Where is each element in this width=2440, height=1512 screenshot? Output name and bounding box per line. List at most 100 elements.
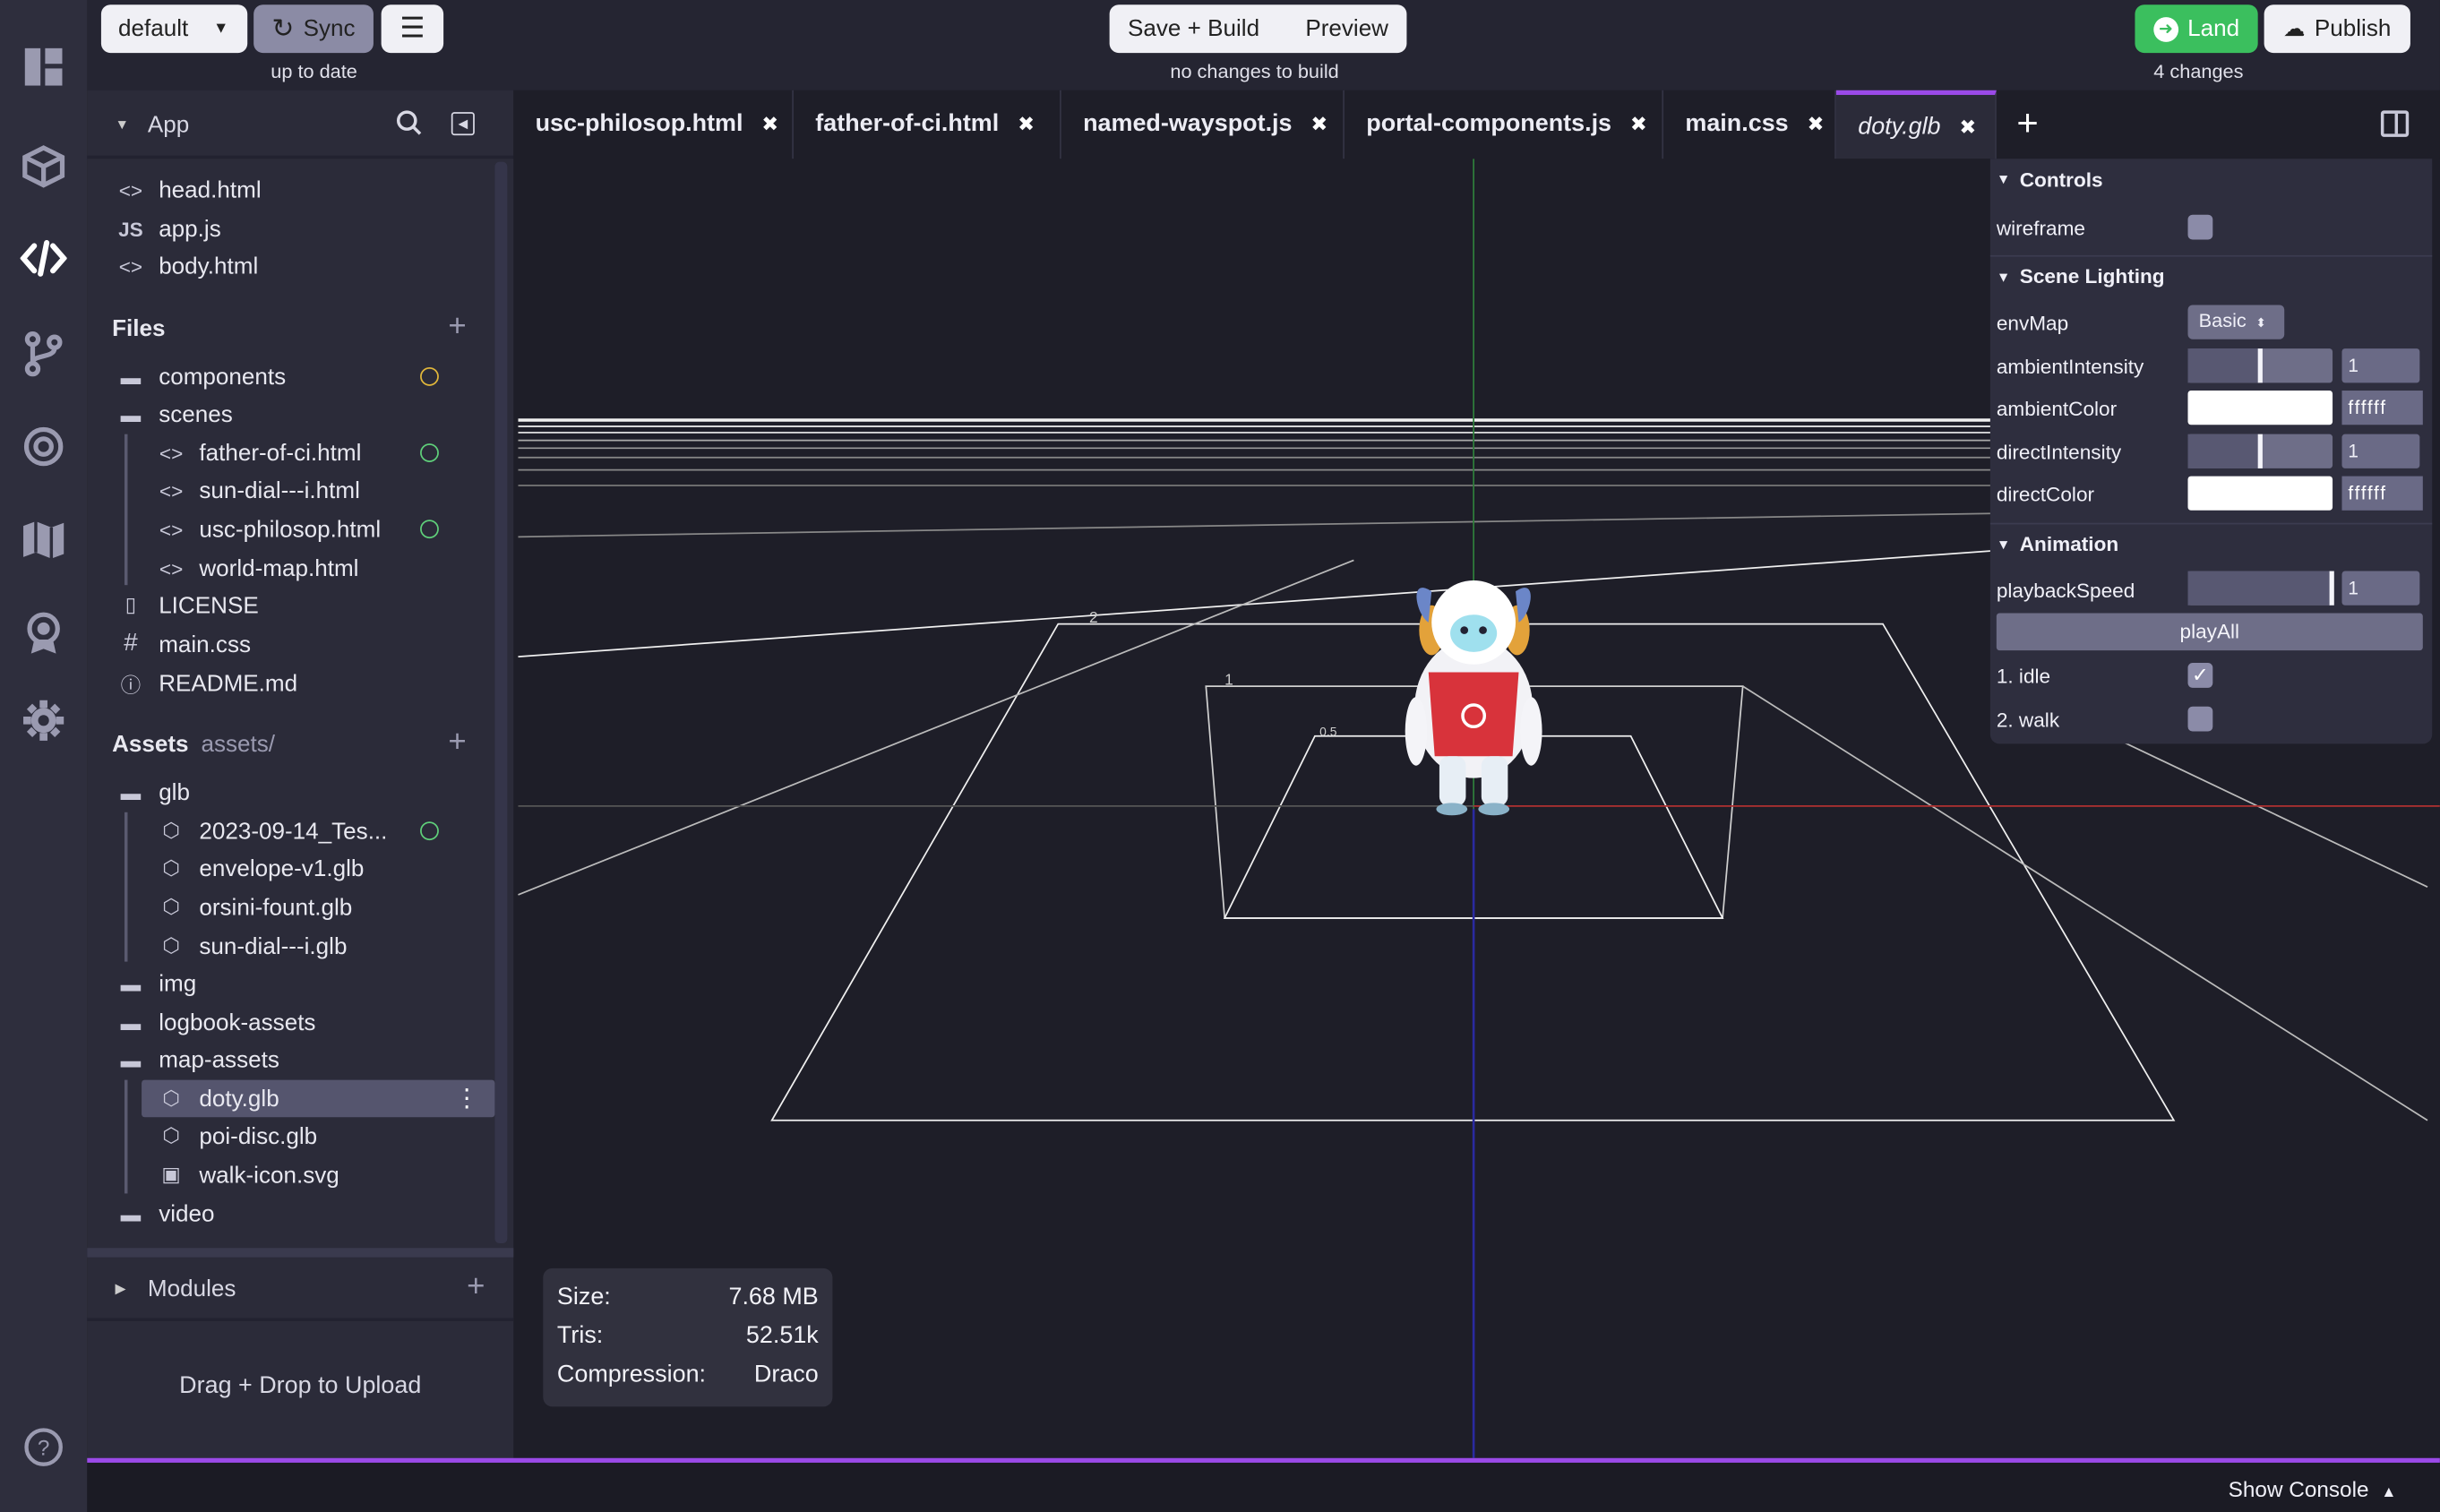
tab[interactable]: father-of-ci.html ✖: [794, 90, 1061, 159]
file-item[interactable]: ▣ walk-icon.svg: [156, 1156, 339, 1194]
file-item[interactable]: ⬡ envelope-v1.glb: [156, 850, 364, 888]
tab[interactable]: named-wayspot.js ✖: [1061, 90, 1345, 159]
ambient-color-input[interactable]: ffffff: [2341, 391, 2423, 425]
close-icon[interactable]: ✖: [1630, 112, 1647, 137]
animation-header[interactable]: ▼ Animation: [1989, 522, 2433, 563]
close-icon[interactable]: ✖: [1018, 112, 1035, 137]
slider-thumb[interactable]: [2257, 434, 2263, 468]
app-section-header[interactable]: ▼ App: [116, 106, 190, 143]
assets-path: assets/: [201, 730, 276, 758]
html-file-icon: <>: [159, 556, 184, 580]
add-module-icon[interactable]: +: [467, 1270, 485, 1306]
file-item[interactable]: <> body.html: [116, 247, 259, 285]
file-item[interactable]: <> world-map.html: [156, 549, 359, 587]
close-icon[interactable]: ✖: [1808, 112, 1825, 137]
file-item[interactable]: ⬡ sun-dial---i.glb: [156, 927, 347, 965]
branch-icon[interactable]: [15, 325, 72, 382]
file-item[interactable]: ⬡ 2023-09-14_Tes...: [156, 812, 387, 850]
collapse-panel-icon[interactable]: ◀: [451, 112, 475, 136]
direct-color-swatch[interactable]: [2187, 476, 2333, 511]
direct-intensity-slider[interactable]: [2187, 434, 2333, 468]
file-item[interactable]: ⬡ poi-disc.glb: [156, 1117, 317, 1155]
file-name: usc-philosop.html: [199, 515, 382, 543]
map-icon[interactable]: [15, 512, 72, 569]
modules-section-header[interactable]: ▶ Modules: [116, 1270, 236, 1308]
publish-button[interactable]: ☁ Publish: [2264, 4, 2410, 54]
file-item[interactable]: JS app.js: [116, 210, 221, 248]
wireframe-checkbox[interactable]: [2187, 214, 2213, 240]
ambient-intensity-slider[interactable]: [2187, 348, 2333, 383]
new-tab-icon[interactable]: +: [2016, 103, 2038, 147]
target-icon[interactable]: [15, 418, 72, 475]
badge-icon[interactable]: [15, 606, 72, 662]
add-file-icon[interactable]: +: [448, 310, 466, 346]
file-name: README.md: [159, 669, 298, 697]
file-item[interactable]: <> father-of-ci.html: [156, 434, 361, 472]
lighting-header[interactable]: ▼ Scene Lighting: [1989, 254, 2433, 296]
file-name: LICENSE: [159, 592, 259, 619]
js-file-icon: JS: [118, 217, 143, 241]
folder-item[interactable]: ▬ components: [116, 358, 287, 396]
land-button[interactable]: ➜ Land: [2135, 4, 2258, 54]
close-icon[interactable]: ✖: [761, 112, 778, 137]
split-view-icon[interactable]: [2380, 110, 2410, 137]
folder-item[interactable]: ▬ scenes: [116, 395, 233, 433]
gear-icon[interactable]: [15, 692, 72, 749]
animation-walk-checkbox[interactable]: [2187, 706, 2213, 732]
playback-input[interactable]: 1: [2341, 571, 2420, 606]
folder-item[interactable]: ▬ video: [116, 1195, 215, 1233]
file-item-selected[interactable]: ⬡ doty.glb: [156, 1080, 279, 1118]
animation-idle-checkbox[interactable]: ✓: [2187, 663, 2213, 688]
file-item[interactable]: ▯ LICENSE: [116, 587, 259, 624]
slider-thumb[interactable]: [2329, 571, 2334, 606]
search-icon[interactable]: [395, 109, 423, 137]
file-item[interactable]: ⓘ README.md: [116, 665, 298, 702]
file-item[interactable]: # main.css: [116, 625, 251, 663]
tab[interactable]: main.css ✖: [1663, 90, 1836, 159]
direct-color-input[interactable]: ffffff: [2341, 476, 2423, 511]
close-icon[interactable]: ✖: [1310, 112, 1327, 137]
direct-intensity-input[interactable]: 1: [2341, 434, 2420, 468]
upload-dropzone[interactable]: Drag + Drop to Upload: [87, 1372, 513, 1400]
preview-button[interactable]: Preview: [1305, 15, 1388, 42]
folder-item[interactable]: ▬ img: [116, 965, 197, 1002]
file-item[interactable]: <> usc-philosop.html: [156, 511, 381, 548]
folder-name: scenes: [159, 400, 233, 427]
ambient-intensity-input[interactable]: 1: [2341, 348, 2420, 383]
sidebar-scrollbar[interactable]: [494, 161, 508, 1244]
play-all-button[interactable]: playAll: [1996, 613, 2423, 651]
cube-icon[interactable]: [15, 139, 72, 195]
folder-item[interactable]: ▬ glb: [116, 773, 190, 811]
save-build-button[interactable]: Save + Build: [1128, 15, 1259, 42]
more-options-icon[interactable]: ⋮: [454, 1083, 479, 1114]
slider-thumb[interactable]: [2257, 348, 2263, 383]
envmap-select[interactable]: Basic ⬍: [2187, 305, 2285, 339]
playback-slider[interactable]: [2187, 571, 2334, 606]
close-icon[interactable]: ✖: [1959, 115, 1976, 140]
code-icon[interactable]: [15, 230, 72, 287]
menu-button[interactable]: ☰: [381, 4, 444, 54]
tab[interactable]: portal-components.js ✖: [1345, 90, 1664, 159]
resize-handle[interactable]: [87, 1248, 514, 1258]
folder-item[interactable]: ▬ logbook-assets: [116, 1003, 316, 1041]
folder-item[interactable]: ▬ map-assets: [116, 1041, 279, 1078]
file-item[interactable]: <> head.html: [116, 171, 262, 209]
ambient-color-swatch[interactable]: [2187, 391, 2333, 425]
sync-button[interactable]: ↻ Sync: [253, 4, 374, 54]
help-icon[interactable]: ?: [15, 1419, 72, 1475]
section-title: Scene Lighting: [2019, 264, 2165, 288]
dashboard-icon[interactable]: [15, 39, 72, 95]
folder-icon: ▬: [120, 365, 142, 389]
build-group: Save + Build Preview: [1109, 4, 1407, 54]
envmap-label: envMap: [1996, 311, 2069, 335]
add-asset-icon[interactable]: +: [448, 726, 466, 761]
file-item[interactable]: <> sun-dial---i.html: [156, 471, 360, 509]
controls-header[interactable]: ▼ Controls: [1990, 159, 2432, 199]
show-console-button[interactable]: Show Console ▲: [2229, 1477, 2397, 1502]
tab[interactable]: usc-philosop.html ✖: [513, 90, 794, 159]
tab-active[interactable]: doty.glb ✖: [1835, 90, 1997, 159]
tab-label: named-wayspot.js: [1083, 110, 1293, 137]
file-item[interactable]: ⬡ orsini-fount.glb: [156, 889, 352, 926]
branch-select[interactable]: default ▼: [100, 4, 248, 54]
image-file-icon: ▣: [161, 1162, 181, 1186]
